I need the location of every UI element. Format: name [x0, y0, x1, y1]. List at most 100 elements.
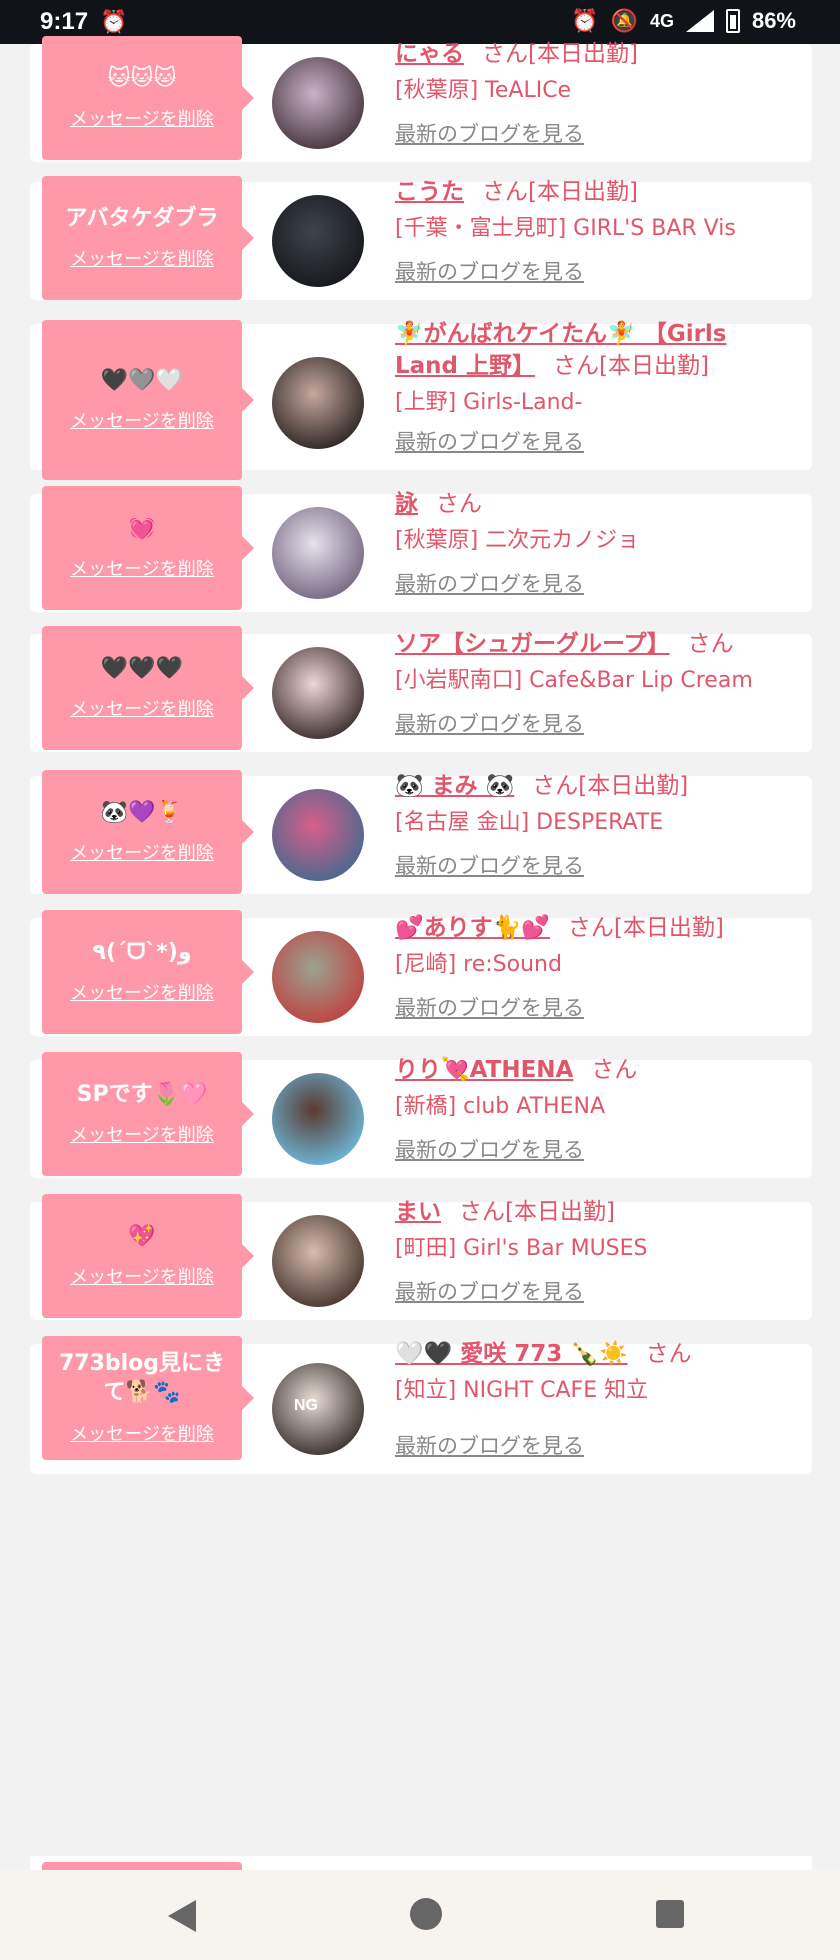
avatar-badge: NG — [294, 1397, 318, 1414]
view-latest-blog-link[interactable]: 最新のブログを見る — [395, 118, 584, 148]
honorific-status: さん[本日出勤] — [567, 915, 724, 941]
name-line: ソア【シュガーグループ】 さん — [395, 628, 792, 660]
view-latest-blog-link[interactable]: 最新のブログを見る — [395, 568, 584, 598]
avatar[interactable] — [272, 789, 364, 881]
name-line: 詠さん — [395, 488, 792, 520]
avatar[interactable] — [272, 1215, 364, 1307]
list-item: 💖 メッセージを削除 まい さん[本日出勤] [町田] Girl's Bar MUSES… — [30, 1194, 812, 1320]
name-line: 🤍🖤 愛咲 773 🍾☀️ さん — [395, 1338, 792, 1370]
view-latest-blog-link[interactable]: 最新のブログを見る — [395, 1430, 584, 1460]
list-item: アバタケダブラ メッセージを削除 こうた さん[本日出勤] [千葉・富士見町] GIRL… — [30, 176, 812, 300]
battery-icon — [725, 9, 740, 33]
avatar[interactable] — [272, 507, 364, 599]
delete-message-link[interactable]: メッセージを削除 — [70, 1121, 214, 1147]
shop-name: [知立] NIGHT CAFE 知立 — [395, 1378, 649, 1403]
shop-name: [町田] Girl's Bar MUSES — [395, 1236, 648, 1261]
shop-name: [上野] Girls-Land- — [395, 390, 583, 415]
avatar[interactable]: NG — [272, 1363, 364, 1455]
honorific-status: さん — [436, 491, 482, 517]
message-bubble: ٩(ˊᗜˋ*)و メッセージを削除 — [42, 910, 254, 1034]
delete-message-link[interactable]: メッセージを削除 — [70, 979, 214, 1005]
blogger-name-link[interactable]: ソア【シュガーグループ】 — [395, 631, 670, 657]
view-latest-blog-link[interactable]: 最新のブログを見る — [395, 426, 584, 456]
message-text: ٩(ˊᗜˋ*)و — [92, 939, 192, 965]
system-navigation-bar — [0, 1870, 840, 1960]
honorific-status: さん — [645, 1341, 692, 1367]
blogger-name-link[interactable]: 詠 — [395, 491, 418, 517]
name-line: りり💘ATHENA さん — [395, 1054, 792, 1086]
delete-message-link[interactable]: メッセージを削除 — [70, 1420, 214, 1446]
blogger-info: こうた さん[本日出勤] [千葉・富士見町] GIRL'S BAR Vis 最新のブロ… — [395, 176, 792, 294]
blogger-info: 🤍🖤 愛咲 773 🍾☀️ さん [知立] NIGHT CAFE 知立最新のブログを… — [395, 1338, 792, 1468]
view-latest-blog-link[interactable]: 最新のブログを見る — [395, 256, 584, 286]
delete-message-link[interactable]: メッセージを削除 — [70, 839, 214, 865]
delete-message-link[interactable]: メッセージを削除 — [70, 695, 214, 721]
battery-level: 86% — [751, 8, 796, 33]
blogger-info: りり💘ATHENA さん [新橋] club ATHENA 最新のブログを見る — [395, 1054, 792, 1172]
message-text: 🐼💜🍹 — [100, 799, 184, 825]
name-line: 🐼 まみ 🐼 さん[本日出勤] — [395, 770, 792, 802]
avatar[interactable] — [272, 647, 364, 739]
alarm-icon: ⏰ — [571, 8, 599, 33]
blogger-name-link[interactable]: 🐼 まみ 🐼 — [395, 773, 514, 799]
avatar[interactable] — [272, 1073, 364, 1165]
shop-name: [秋葉原] TeALICe — [395, 78, 572, 103]
home-icon[interactable] — [410, 1898, 442, 1930]
honorific-status: さん[本日出勤] — [482, 179, 638, 205]
name-line: まい さん[本日出勤] — [395, 1196, 792, 1228]
list-item: SPです🌷🩷 メッセージを削除 りり💘ATHENA さん [新橋] club ATHEN… — [30, 1052, 812, 1178]
status-time: 9:17 — [40, 8, 89, 35]
message-text: アバタケダブラ — [65, 205, 219, 231]
blogger-name-link[interactable]: りり💘ATHENA — [395, 1057, 573, 1083]
honorific-status: さん — [591, 1057, 638, 1083]
list-item: ٩(ˊᗜˋ*)و メッセージを削除 💕ありす🐈💕 さん[本日出勤] [尼崎] re:So… — [30, 910, 812, 1036]
honorific-status: さん[本日出勤] — [532, 773, 689, 799]
avatar[interactable] — [272, 57, 364, 149]
blogger-info: 🐼 まみ 🐼 さん[本日出勤] [名古屋 金山] DESPERATE 最新のブログを見… — [395, 770, 792, 888]
blogger-name-link[interactable]: にゃる — [395, 41, 464, 67]
list-item: 🖤🖤🖤 メッセージを削除 ソア【シュガーグループ】 さん [小岩駅南口] Cafe&Ba… — [30, 626, 812, 752]
avatar[interactable] — [272, 357, 364, 449]
message-bubble: 💓 メッセージを削除 — [42, 486, 254, 610]
alarm-icon: ⏰ — [100, 9, 128, 34]
view-latest-blog-link[interactable]: 最新のブログを見る — [395, 1276, 584, 1306]
view-latest-blog-link[interactable]: 最新のブログを見る — [395, 708, 584, 738]
name-line: 💕ありす🐈💕 さん[本日出勤] — [395, 912, 792, 944]
list-item: 🖤🩶🤍 メッセージを削除 🧚がんばれケイたん🧚 【Girls Land 上野】 さん[… — [30, 320, 812, 480]
delete-message-link[interactable]: メッセージを削除 — [70, 1263, 214, 1289]
recent-apps-icon[interactable] — [656, 1900, 684, 1928]
honorific-status: さん[本日出勤] — [553, 353, 709, 379]
message-bubble: SPです🌷🩷 メッセージを削除 — [42, 1052, 254, 1176]
avatar[interactable] — [272, 931, 364, 1023]
name-line: にゃる さん[本日出勤] — [395, 38, 792, 70]
blogger-name-link[interactable]: 💕ありす🐈💕 — [395, 915, 550, 941]
message-bubble: 773blog見にきて🐕🐾 メッセージを削除 — [42, 1336, 254, 1460]
view-latest-blog-link[interactable]: 最新のブログを見る — [395, 850, 584, 880]
view-latest-blog-link[interactable]: 最新のブログを見る — [395, 1134, 584, 1164]
blogger-info: 💕ありす🐈💕 さん[本日出勤] [尼崎] re:Sound 最新のブログを見る — [395, 912, 792, 1030]
back-icon[interactable] — [168, 1900, 196, 1932]
delete-message-link[interactable]: メッセージを削除 — [70, 407, 214, 433]
delete-message-link[interactable]: メッセージを削除 — [70, 555, 214, 581]
blogger-name-link[interactable]: まい — [395, 1199, 441, 1225]
message-box-peek — [42, 1862, 242, 1870]
message-text: 🐱🐱🐱 — [107, 65, 177, 91]
shop-name: [新橋] club ATHENA — [395, 1094, 605, 1119]
delete-message-link[interactable]: メッセージを削除 — [70, 105, 214, 131]
blogger-name-link[interactable]: 🤍🖤 愛咲 773 🍾☀️ — [395, 1341, 628, 1367]
message-bubble: 🐼💜🍹 メッセージを削除 — [42, 770, 254, 894]
avatar[interactable] — [272, 195, 364, 287]
blogger-info: まい さん[本日出勤] [町田] Girl's Bar MUSES 最新のブログを見る — [395, 1196, 792, 1314]
blogger-info: 詠さん [秋葉原] 二次元カノジョ最新のブログを見る — [395, 488, 792, 606]
message-text: 🖤🖤🖤 — [100, 655, 184, 681]
status-icons: ⏰ 🔕 4G 86% — [571, 8, 796, 34]
shop-name: [秋葉原] 二次元カノジョ — [395, 528, 640, 553]
blogger-name-link[interactable]: こうた — [395, 179, 464, 205]
network-type: 4G — [649, 10, 674, 31]
view-latest-blog-link[interactable]: 最新のブログを見る — [395, 992, 584, 1022]
delete-message-link[interactable]: メッセージを削除 — [70, 245, 214, 271]
message-bubble: 💖 メッセージを削除 — [42, 1194, 254, 1318]
honorific-status: さん — [687, 631, 734, 657]
honorific-status: さん[本日出勤] — [482, 41, 638, 67]
message-text: 💖 — [128, 1223, 156, 1249]
